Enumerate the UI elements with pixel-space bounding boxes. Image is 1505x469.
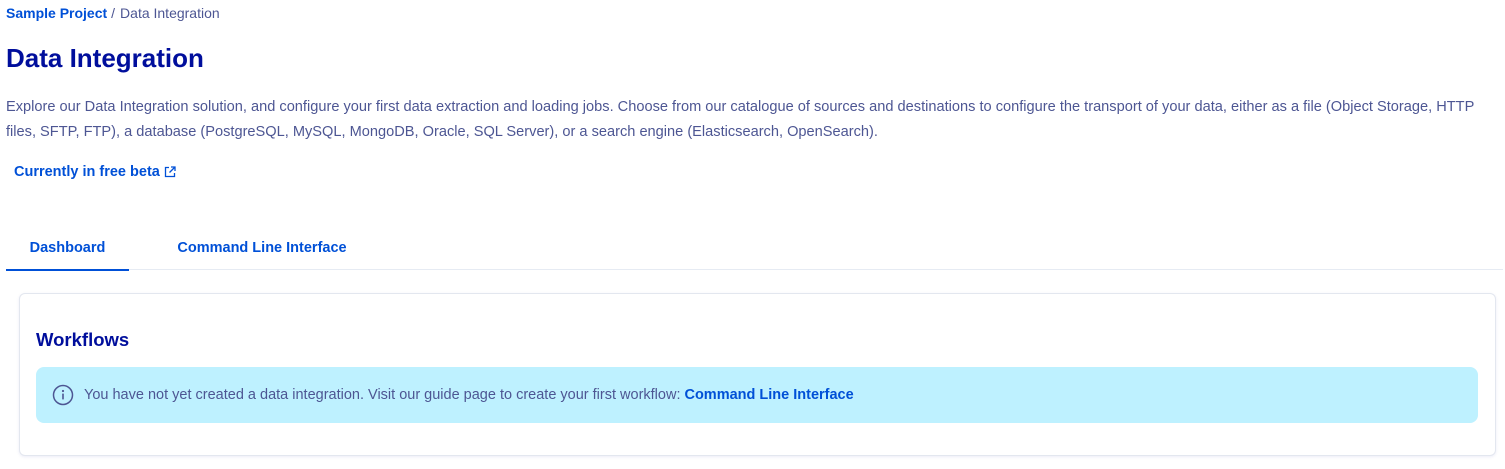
workflows-card: Workflows You have not yet created a dat… [19, 293, 1496, 456]
breadcrumb-current: Data Integration [120, 5, 220, 21]
free-beta-link[interactable]: Currently in free beta [14, 162, 176, 182]
info-circle-icon [52, 384, 74, 406]
info-message-text: You have not yet created a data integrat… [84, 387, 681, 403]
info-message: You have not yet created a data integrat… [84, 387, 854, 403]
tab-command-line-interface[interactable]: Command Line Interface [154, 229, 370, 269]
page: Sample Project / Data Integration Data Int… [0, 0, 1505, 469]
workflows-title: Workflows [36, 329, 130, 350]
command-line-interface-link[interactable]: Command Line Interface [684, 387, 853, 403]
info-banner: You have not yet created a data integrat… [36, 367, 1478, 423]
breadcrumb-project-link[interactable]: Sample Project [6, 5, 107, 21]
breadcrumb: Sample Project / Data Integration [6, 4, 220, 22]
tab-bar: Dashboard Command Line Interface [6, 229, 1503, 271]
page-description: Explore our Data Integration solution, a… [6, 99, 1475, 140]
breadcrumb-separator: / [111, 5, 116, 21]
external-link-icon [164, 166, 176, 178]
page-title: Data Integration [6, 43, 204, 73]
free-beta-link-label: Currently in free beta [14, 164, 160, 180]
tab-dashboard[interactable]: Dashboard [6, 229, 129, 271]
